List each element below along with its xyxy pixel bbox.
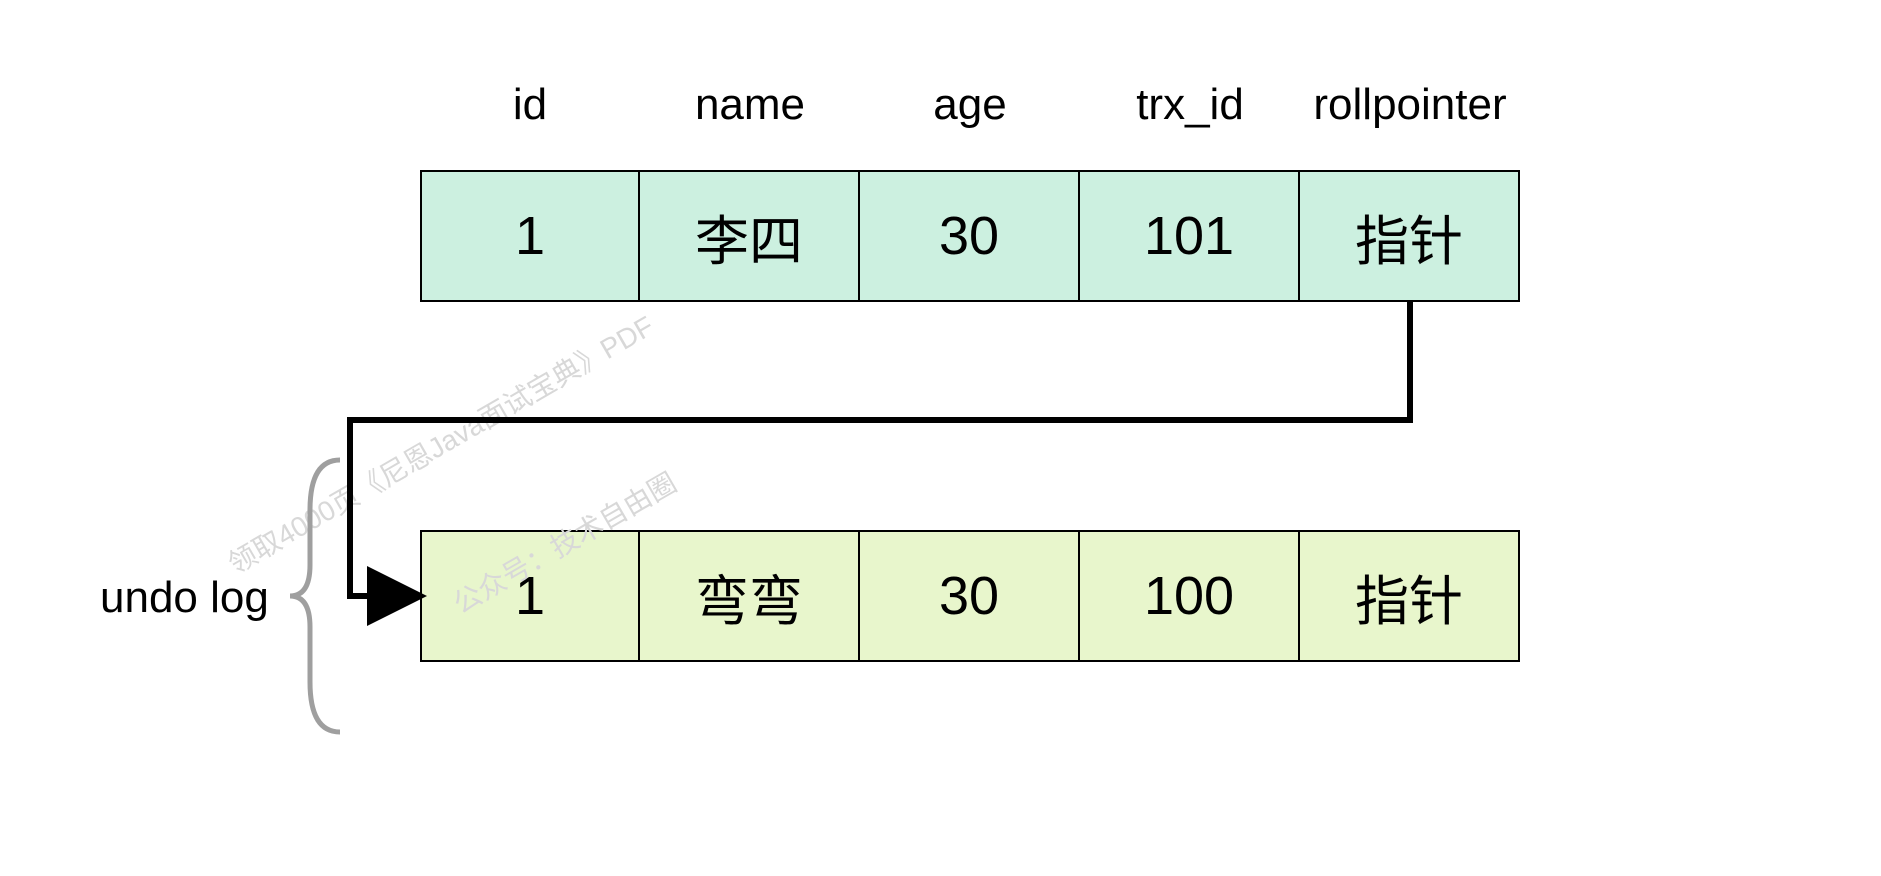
undo-log-brace (0, 0, 1881, 876)
diagram-canvas: id name age trx_id rollpointer 1 李四 30 1… (0, 0, 1881, 876)
